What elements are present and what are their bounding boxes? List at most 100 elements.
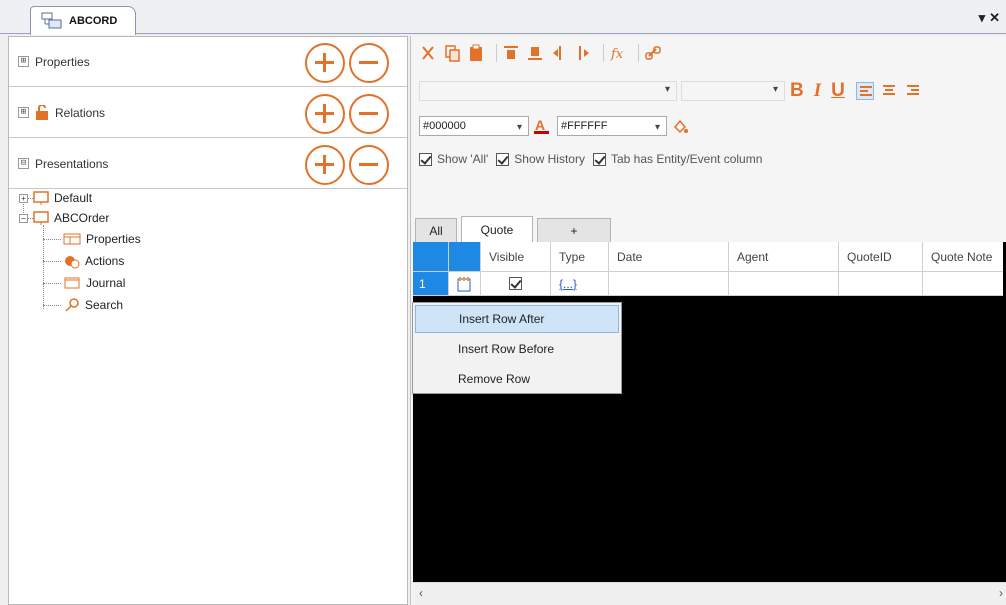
font-size-combo[interactable]: ▾: [681, 81, 785, 101]
expand-icon[interactable]: ⊞: [18, 56, 29, 67]
row-edit-icon[interactable]: [449, 272, 481, 296]
function-icon[interactable]: fx: [609, 44, 627, 62]
show-all-checkbox[interactable]: Show 'All': [419, 152, 488, 166]
type-cell[interactable]: {...}: [551, 272, 609, 296]
table-row[interactable]: 1 {...}: [413, 272, 1003, 302]
document-tab-bar: ABCORD ▾ ✕: [0, 0, 1006, 35]
font-color-icon[interactable]: A: [533, 117, 551, 135]
tab-dropdown-icon[interactable]: ▾: [979, 10, 986, 26]
tree-node-properties[interactable]: Properties: [63, 230, 141, 248]
tree-node-default[interactable]: Default: [33, 189, 92, 207]
show-history-checkbox[interactable]: Show History: [496, 152, 585, 166]
horizontal-scrollbar[interactable]: ‹ ›: [413, 582, 1006, 605]
remove-row-menu-item[interactable]: Remove Row: [415, 365, 619, 393]
back-color-combo[interactable]: #FFFFFF ▾: [557, 116, 667, 136]
insert-column-left-icon[interactable]: [550, 44, 568, 62]
add-property-button[interactable]: [305, 43, 345, 83]
monitor-icon: [33, 191, 49, 205]
document-tab-abcord[interactable]: ABCORD: [30, 6, 136, 35]
quoteid-cell[interactable]: [839, 272, 923, 296]
remove-presentation-button[interactable]: [349, 145, 389, 185]
actions-icon: [65, 256, 80, 269]
tab-quote[interactable]: Quote: [461, 216, 533, 242]
fill-color-icon[interactable]: [671, 117, 689, 135]
section-relations[interactable]: ⊞ Relations: [9, 88, 407, 138]
column-header-visible[interactable]: Visible: [481, 242, 551, 272]
column-header-quote-note[interactable]: Quote Note: [923, 242, 1003, 272]
data-grid: Visible Type Date Agent QuoteID Quote No…: [413, 242, 1006, 582]
tree-node-search[interactable]: Search: [63, 296, 123, 314]
remove-property-button[interactable]: [349, 43, 389, 83]
cut-icon[interactable]: [419, 44, 437, 62]
insert-row-before-menu-item[interactable]: Insert Row Before: [415, 335, 619, 363]
collapse-icon[interactable]: −: [19, 214, 28, 223]
insert-row-after-menu-item[interactable]: Insert Row After: [415, 305, 619, 333]
tree-node-abcorder[interactable]: ABCOrder: [33, 209, 109, 227]
remove-relation-button[interactable]: [349, 94, 389, 134]
close-icon[interactable]: ✕: [989, 10, 1000, 26]
copy-icon[interactable]: [443, 44, 461, 62]
chevron-down-icon: ▾: [772, 84, 778, 95]
document-tab-label: ABCORD: [69, 15, 118, 27]
icon-header[interactable]: [449, 242, 481, 272]
insert-column-right-icon[interactable]: [574, 44, 592, 62]
relations-icon: [35, 103, 49, 121]
quote-note-cell[interactable]: [923, 272, 1003, 296]
paste-icon[interactable]: [467, 44, 485, 62]
collapse-icon[interactable]: ⊟: [18, 158, 29, 169]
toolbar-row-1: fx: [419, 44, 668, 62]
left-panel: ⊞ Properties ⊞ Relations ⊟ Presentations…: [8, 36, 408, 605]
column-header-quoteid[interactable]: QuoteID: [839, 242, 923, 272]
agent-cell[interactable]: [729, 272, 839, 296]
italic-button[interactable]: I: [814, 80, 821, 102]
column-header-date[interactable]: Date: [609, 242, 729, 272]
expand-icon[interactable]: +: [19, 194, 28, 203]
scroll-left-icon[interactable]: ‹: [419, 586, 423, 600]
link-icon[interactable]: [644, 44, 662, 62]
corner-header[interactable]: [413, 242, 449, 272]
chevron-down-icon: ▾: [664, 84, 670, 95]
tree-node-journal[interactable]: Journal: [63, 274, 125, 292]
grid-header: Visible Type Date Agent QuoteID Quote No…: [413, 242, 1003, 272]
add-presentation-button[interactable]: [305, 145, 345, 185]
section-properties[interactable]: ⊞ Properties: [9, 37, 407, 87]
journal-icon: [64, 277, 80, 289]
section-presentations[interactable]: ⊟ Presentations: [9, 139, 407, 189]
font-name-combo[interactable]: ▾: [419, 81, 677, 101]
chevron-down-icon: ▾: [654, 122, 660, 133]
section-label: Properties: [35, 54, 90, 69]
underline-button[interactable]: U: [831, 80, 845, 102]
search-icon: [65, 298, 79, 312]
section-label: Relations: [55, 105, 106, 120]
visible-checkbox[interactable]: [509, 277, 522, 290]
date-cell[interactable]: [609, 272, 729, 296]
tab-add[interactable]: +: [537, 218, 611, 242]
fore-color-combo[interactable]: #000000 ▾: [419, 116, 529, 136]
add-relation-button[interactable]: [305, 94, 345, 134]
tree-node-actions[interactable]: Actions: [63, 252, 124, 270]
visible-cell[interactable]: [481, 272, 551, 296]
chevron-down-icon: ▾: [516, 122, 522, 133]
scroll-right-icon[interactable]: ›: [999, 586, 1003, 600]
row-number[interactable]: 1: [413, 272, 449, 296]
toolbar-row-3: #000000 ▾ A #FFFFFF ▾: [419, 116, 695, 136]
column-header-agent[interactable]: Agent: [729, 242, 839, 272]
section-label: Presentations: [35, 156, 109, 171]
align-top-icon[interactable]: [502, 44, 520, 62]
expand-icon[interactable]: ⊞: [18, 107, 29, 118]
toolbar-row-4: Show 'All' Show History Tab has Entity/E…: [419, 152, 770, 166]
column-header-type[interactable]: Type: [551, 242, 609, 272]
bold-button[interactable]: B: [790, 80, 804, 102]
monitor-icon: [33, 211, 49, 225]
svg-text:fx: fx: [610, 47, 624, 62]
align-center-icon[interactable]: [880, 82, 898, 100]
svg-text:A: A: [535, 117, 545, 133]
align-left-icon[interactable]: [855, 82, 874, 100]
context-menu: Insert Row After Insert Row Before Remov…: [412, 302, 622, 394]
tab-all[interactable]: All: [415, 218, 457, 242]
document-icon: [41, 12, 63, 30]
entity-event-column-checkbox[interactable]: Tab has Entity/Event column: [592, 152, 762, 166]
toolbar-row-2: ▾ ▾ B I U: [419, 80, 928, 102]
align-right-icon[interactable]: [904, 82, 922, 100]
align-bottom-icon[interactable]: [526, 44, 544, 62]
